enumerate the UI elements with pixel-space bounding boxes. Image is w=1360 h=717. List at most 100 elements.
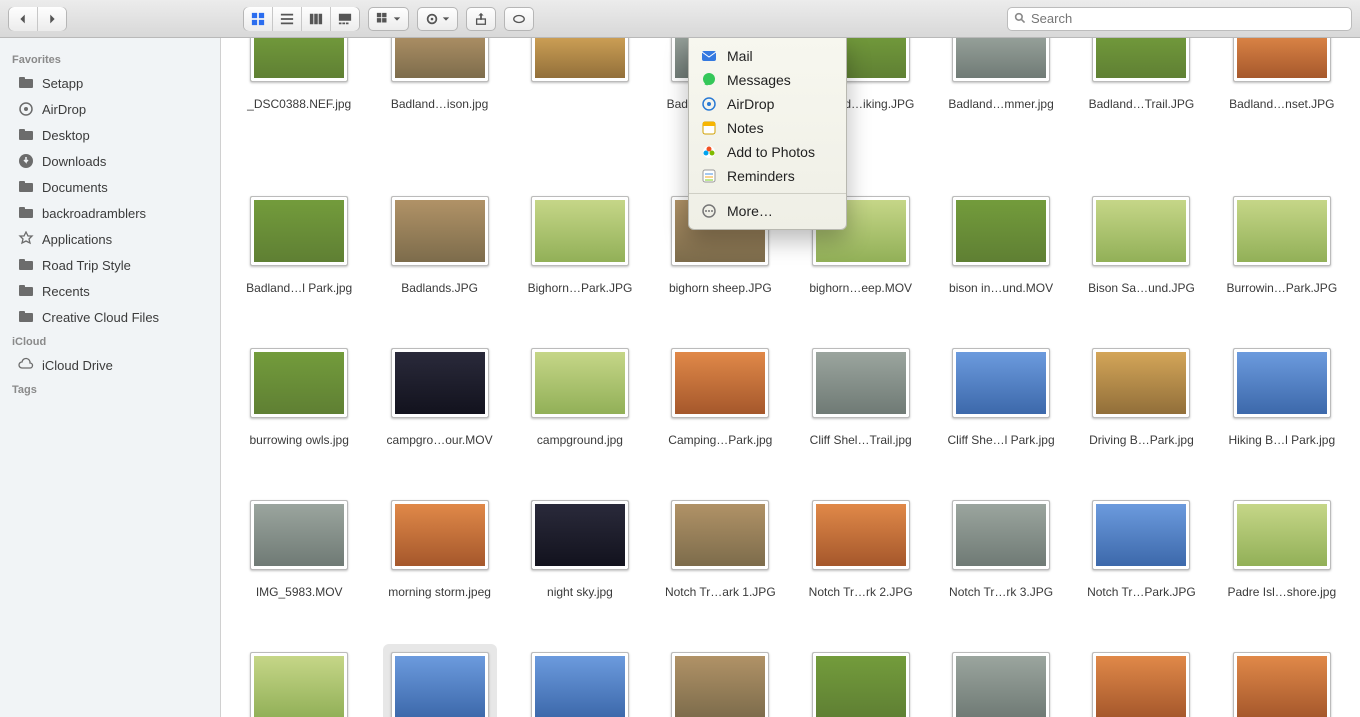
file-thumbnail bbox=[1092, 500, 1190, 570]
file-item[interactable]: night sky.jpg bbox=[510, 494, 650, 642]
sidebar-item-label: Applications bbox=[42, 232, 112, 247]
file-item[interactable]: campground.jpg bbox=[510, 342, 650, 490]
file-item[interactable]: Hiking B…l Park.jpg bbox=[1212, 342, 1352, 490]
cloud-icon bbox=[18, 357, 34, 373]
file-item[interactable]: Burrowin…Park.JPG bbox=[1212, 190, 1352, 338]
sidebar-section-header: iCloud bbox=[0, 330, 220, 352]
share-menu-item-notes[interactable]: Notes bbox=[689, 116, 846, 140]
file-item[interactable]: Notch Tr…ark 1.JPG bbox=[650, 494, 790, 642]
file-item[interactable]: burrowing owls.jpg bbox=[229, 342, 369, 490]
action-button[interactable] bbox=[417, 7, 458, 31]
back-button[interactable] bbox=[9, 7, 38, 31]
file-name: Badland…l Park.jpg bbox=[242, 280, 356, 296]
share-menu-item-reminders[interactable]: Reminders bbox=[689, 164, 846, 188]
file-item[interactable]: Badland…l Park.jpg bbox=[229, 190, 369, 338]
share-menu: Mail Messages AirDropNotes Add to Photos Rem… bbox=[688, 38, 847, 230]
file-item[interactable]: Badlands.JPG bbox=[369, 190, 509, 338]
sidebar-item-backroadramblers[interactable]: backroadramblers bbox=[0, 200, 220, 226]
file-item[interactable]: Notch Tr…rk 3.JPG bbox=[931, 494, 1071, 642]
file-name bbox=[576, 96, 584, 98]
sidebar-item-desktop[interactable]: Desktop bbox=[0, 122, 220, 148]
file-item[interactable]: Badland…nset.JPG bbox=[1212, 38, 1352, 186]
sidebar-item-downloads[interactable]: Downloads bbox=[0, 148, 220, 174]
file-item[interactable]: Notch Tr…Park.JPG bbox=[1071, 494, 1211, 642]
file-name: bison in…und.MOV bbox=[945, 280, 1057, 296]
notes-icon bbox=[701, 120, 717, 136]
toolbar bbox=[0, 0, 1360, 38]
view-group bbox=[243, 7, 360, 31]
gallery-view-button[interactable] bbox=[331, 7, 359, 31]
file-name: campgro…our.MOV bbox=[383, 432, 497, 448]
file-thumbnail bbox=[250, 38, 348, 82]
share-menu-item-mail[interactable]: Mail bbox=[689, 44, 846, 68]
file-item[interactable]: Notch Tr…rk 2.JPG bbox=[791, 494, 931, 642]
search-input[interactable] bbox=[1031, 11, 1345, 26]
file-item[interactable]: Badland…Trail.JPG bbox=[1071, 38, 1211, 186]
file-item[interactable]: bison in…und.MOV bbox=[931, 190, 1071, 338]
share-menu-item-messages[interactable]: Messages bbox=[689, 68, 846, 92]
file-item[interactable]: prairie dogs.JPG bbox=[229, 646, 369, 717]
file-thumbnail bbox=[812, 652, 910, 717]
file-item[interactable]: campgro…our.MOV bbox=[369, 342, 509, 490]
sidebar-item-recents[interactable]: Recents bbox=[0, 278, 220, 304]
file-item[interactable]: sage cre…nd 1.JPG bbox=[369, 646, 509, 717]
file-item[interactable]: morning storm.jpeg bbox=[369, 494, 509, 642]
file-name: Cliff She…l Park.jpg bbox=[943, 432, 1058, 448]
share-menu-label: Add to Photos bbox=[727, 144, 815, 160]
folder-icon bbox=[18, 257, 34, 273]
file-name: Driving B…Park.jpg bbox=[1085, 432, 1198, 448]
file-thumbnail bbox=[250, 348, 348, 418]
file-item[interactable]: Sage Cr…ark 1.JPG bbox=[510, 646, 650, 717]
file-item[interactable]: Badland…ison.jpg bbox=[369, 38, 509, 186]
file-item[interactable]: Camping…Park.jpg bbox=[650, 342, 790, 490]
file-item[interactable]: Padre Isl…shore.jpg bbox=[1212, 494, 1352, 642]
sidebar-item-creative-cloud-files[interactable]: Creative Cloud Files bbox=[0, 304, 220, 330]
file-item[interactable]: sunset b…nds.jpeg bbox=[1212, 646, 1352, 717]
sidebar-item-icloud-drive[interactable]: iCloud Drive bbox=[0, 352, 220, 378]
file-thumbnail bbox=[250, 500, 348, 570]
share-menu-label: Messages bbox=[727, 72, 791, 88]
icon-view-button[interactable] bbox=[244, 7, 273, 31]
more-icon bbox=[701, 203, 717, 219]
file-item[interactable]: sage cre…iew.MOV bbox=[650, 646, 790, 717]
sidebar-item-label: backroadramblers bbox=[42, 206, 146, 221]
file-item[interactable] bbox=[510, 38, 650, 186]
list-view-button[interactable] bbox=[273, 7, 302, 31]
file-item[interactable]: IMG_5983.MOV bbox=[229, 494, 369, 642]
sidebar-item-label: Recents bbox=[42, 284, 90, 299]
forward-button[interactable] bbox=[38, 7, 66, 31]
share-button[interactable] bbox=[466, 7, 496, 31]
share-menu-label: Mail bbox=[727, 48, 753, 64]
file-thumbnail bbox=[391, 500, 489, 570]
arrange-button[interactable] bbox=[368, 7, 409, 31]
file-name: burrowing owls.jpg bbox=[245, 432, 352, 448]
file-name: Cliff Shel…Trail.jpg bbox=[806, 432, 916, 448]
search-field[interactable] bbox=[1007, 7, 1352, 31]
file-name: Notch Tr…rk 2.JPG bbox=[805, 584, 917, 600]
sidebar-item-airdrop[interactable]: AirDrop bbox=[0, 96, 220, 122]
sidebar-item-applications[interactable]: Applications bbox=[0, 226, 220, 252]
file-item[interactable]: Bighorn…Park.JPG bbox=[510, 190, 650, 338]
file-thumbnail bbox=[952, 500, 1050, 570]
share-menu-item-more[interactable]: More… bbox=[689, 199, 846, 223]
file-item[interactable]: _DSC0388.NEF.jpg bbox=[229, 38, 369, 186]
file-name: Notch Tr…ark 1.JPG bbox=[661, 584, 780, 600]
sidebar-item-documents[interactable]: Documents bbox=[0, 174, 220, 200]
file-item[interactable]: Bison Sa…und.JPG bbox=[1071, 190, 1211, 338]
file-item[interactable]: Sunset B…ark.JPG bbox=[1071, 646, 1211, 717]
file-item[interactable]: Sage Cr…ound.JPG bbox=[791, 646, 931, 717]
share-menu-item-airdrop[interactable]: AirDrop bbox=[689, 92, 846, 116]
file-item[interactable]: Badland…mmer.jpg bbox=[931, 38, 1071, 186]
file-item[interactable]: Cliff Shel…Trail.jpg bbox=[791, 342, 931, 490]
file-name: Badland…mmer.jpg bbox=[944, 96, 1057, 112]
photos-icon bbox=[701, 144, 717, 160]
file-item[interactable]: Cliff She…l Park.jpg bbox=[931, 342, 1071, 490]
column-view-button[interactable] bbox=[302, 7, 331, 31]
sidebar-item-setapp[interactable]: Setapp bbox=[0, 70, 220, 96]
file-item[interactable]: sun prot…Park.JPG bbox=[931, 646, 1071, 717]
sidebar-item-road-trip-style[interactable]: Road Trip Style bbox=[0, 252, 220, 278]
share-menu-item-photos[interactable]: Add to Photos bbox=[689, 140, 846, 164]
file-thumbnail bbox=[250, 652, 348, 717]
file-item[interactable]: Driving B…Park.jpg bbox=[1071, 342, 1211, 490]
tags-button[interactable] bbox=[504, 7, 534, 31]
